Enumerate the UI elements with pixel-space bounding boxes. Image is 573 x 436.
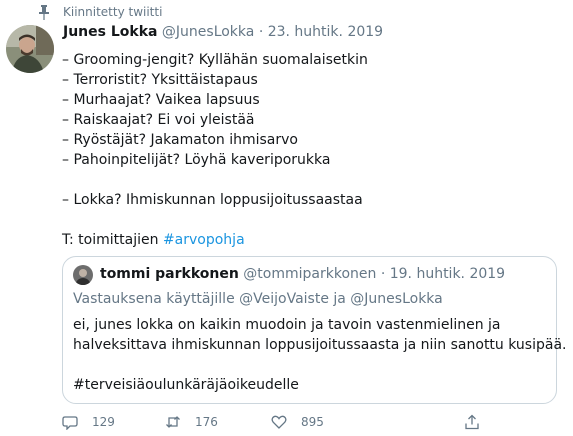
- tweet-header: Junes Lokka @JunesLokka · 23. huhtik. 20…: [63, 24, 383, 40]
- pinned-text: Kiinnitetty twiitti: [63, 5, 163, 19]
- author-handle[interactable]: @JunesLokka: [162, 24, 254, 40]
- header-separator: ·: [258, 24, 264, 40]
- tweet-body: – Grooming-jengit? Kyllähän suomalaisetk…: [62, 50, 368, 250]
- share-button[interactable]: [464, 414, 494, 430]
- like-button[interactable]: 895: [271, 414, 324, 430]
- quoted-author-name[interactable]: tommi parkkonen: [100, 266, 239, 282]
- quoted-separator: ·: [380, 266, 386, 282]
- quoted-tweet[interactable]: tommi parkkonen @tommiparkkonen · 19. hu…: [62, 256, 566, 404]
- quoted-line: ei, junes lokka on kaikin muodoin ja tav…: [73, 317, 501, 333]
- tweet-line: – Lokka? Ihmiskunnan loppusijoitussaasta…: [62, 192, 363, 208]
- quoted-date[interactable]: 19. huhtik. 2019: [390, 266, 505, 282]
- quoted-author-avatar[interactable]: [73, 265, 93, 285]
- quoted-header: tommi parkkonen @tommiparkkonen · 19. hu…: [100, 266, 505, 282]
- heart-icon: [271, 415, 287, 429]
- tweet-date[interactable]: 23. huhtik. 2019: [268, 24, 383, 40]
- like-count: 895: [301, 415, 324, 429]
- tweet-line: – Ryöstäjät? Jakamaton ihmisarvo: [62, 132, 298, 148]
- tweet-signature: T: toimittajien #arvopohja: [62, 230, 368, 250]
- tweet-line: – Pahoinpitelijät? Löyhä kaveriporukka: [62, 152, 331, 168]
- quoted-line: halveksittava ihmiskunnan loppusijoituss…: [73, 337, 567, 353]
- tweet-line: – Terroristit? Yksittäistapaus: [62, 72, 258, 88]
- tweet-actions: 129 176 895: [62, 414, 482, 434]
- quoted-body: ei, junes lokka on kaikin muodoin ja tav…: [73, 315, 566, 395]
- retweet-button[interactable]: 176: [165, 414, 218, 430]
- tweet-line: – Murhaajat? Vaikea lapsuus: [62, 92, 260, 108]
- share-icon: [465, 414, 479, 430]
- quoted-hashtag-line: #terveisiäoulunkäräjäoikeudelle: [73, 377, 299, 393]
- retweet-icon: [166, 416, 180, 428]
- reply-icon: [62, 416, 78, 430]
- quoted-author-handle[interactable]: @tommiparkkonen: [243, 266, 376, 282]
- reply-button[interactable]: 129: [62, 414, 115, 430]
- tweet-line: – Grooming-jengit? Kyllähän suomalaisetk…: [62, 52, 368, 68]
- author-name[interactable]: Junes Lokka: [63, 24, 157, 40]
- hashtag-link[interactable]: #arvopohja: [163, 232, 245, 248]
- author-avatar[interactable]: [6, 25, 54, 73]
- pinned-label: Kiinnitetty twiitti: [38, 4, 162, 20]
- reply-count: 129: [92, 415, 115, 429]
- pin-icon: [39, 5, 49, 20]
- signature-prefix: T: toimittajien: [62, 232, 163, 248]
- retweet-count: 176: [195, 415, 218, 429]
- tweet-line: – Raiskaajat? Ei voi yleistää: [62, 112, 255, 128]
- quoted-reply-to: Vastauksena käyttäjille @VeijoVaiste ja …: [73, 291, 443, 307]
